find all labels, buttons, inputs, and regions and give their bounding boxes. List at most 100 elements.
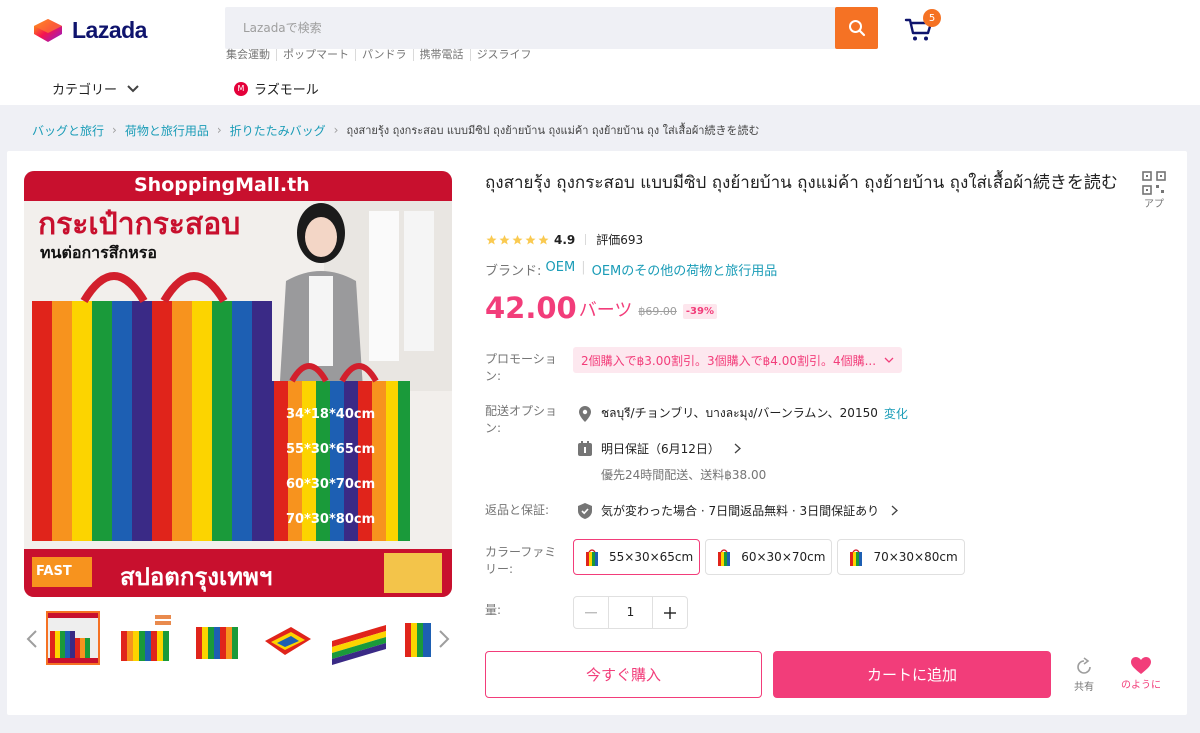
delivery-subtext: 優先24時間配送、送料฿38.00 [601,468,767,482]
hot-link[interactable]: パンドラ [355,49,413,61]
brand-row: ブランド: OEM | OEMのその他の荷物と旅行用品 [485,260,777,279]
review-count[interactable]: 評価693 [596,231,643,248]
quantity-stepper: 1 [573,596,688,629]
price-row: 42.00 バーツ ฿69.00 -39% [485,291,717,325]
returns-row[interactable]: 気が変わった場合 · 7日間返品無料 · 3日間保証あり [577,502,899,519]
breadcrumb-link[interactable]: バッグと旅行 [32,122,104,139]
returns-label: 返品と保証: [485,503,550,517]
lazmall-label: ラズモール [254,83,319,98]
buy-now-button[interactable]: 今すぐ購入 [485,651,762,698]
quantity-decrease-button[interactable] [574,597,608,628]
variant-thumbnail [718,549,731,566]
hot-link[interactable]: 携帯電話 [412,49,470,61]
minus-icon [585,611,597,613]
plus-icon [664,606,676,619]
divider: | [581,260,586,275]
size-label: 55*30*65cm [286,442,376,457]
heart-icon [1131,657,1151,674]
thumbnail-image [119,611,173,665]
promo-label: プロモーション: [485,352,557,383]
breadcrumb-current: ถุงสายรุ้ง ถุงกระสอบ แบบมีซิป ถุงย้ายบ้า… [346,124,760,137]
variant-option[interactable]: 70×30×80cm [837,539,965,575]
wishlist-button[interactable]: のように [1113,657,1169,693]
cart-button[interactable]: 5 [904,9,941,46]
quantity-increase-button[interactable] [653,597,687,628]
chevron-right-icon [891,505,899,516]
quantity-input[interactable]: 1 [608,597,653,628]
variant-thumbnail [850,549,863,566]
star-icon [538,234,549,244]
search-input[interactable] [225,7,835,49]
star-icon [525,234,536,244]
divider [585,234,587,245]
breadcrumb-link[interactable]: 荷物と旅行用品 [125,122,209,139]
star-icon [486,234,497,244]
size-label: 60*30*70cm [286,477,376,492]
chevron-right-icon: › [112,123,117,137]
share-button[interactable]: 共有 [1071,657,1097,695]
thumbnail-image [48,613,98,663]
returns-text: 気が変わった場合 · 7日間返品無料 · 3日間保証あり [601,504,880,518]
qr-code-icon [1142,171,1166,195]
chevron-down-icon [127,84,139,92]
product-main-image[interactable]: ShoppingMall.th กระเป๋ากระสอบ ทนต่อการสึ… [24,171,452,597]
thumbnail-image [403,611,433,665]
chevron-right-icon [734,443,741,454]
brand-link[interactable]: OEM [546,260,576,279]
thumbnail[interactable] [261,611,315,665]
category-label: カテゴリー [52,83,118,98]
variant-label-text: 70×30×80cm [873,550,958,564]
lazmall-icon: M [234,81,248,96]
thumbnail-image [332,611,386,665]
promo-text: 2個購入で฿3.00割引。3個購入で฿4.00割引。4個購... [581,353,877,368]
delivery-truck-icon [577,440,593,457]
location-text: ชลบุรี/チョンブリ、บางละมุง/バーンラムン、20150 [601,406,878,420]
lazada-heart-icon [34,19,62,42]
rating-stars [485,234,550,246]
bottom-banner-text: สปอตกรุงเทพฯ [120,563,273,591]
search-bar [225,7,878,49]
promo-dropdown[interactable]: 2個購入で฿3.00割引。3個購入で฿4.00割引。4個購... [573,347,903,373]
thumbnail-image [261,611,315,665]
add-to-cart-button[interactable]: カートに追加 [773,651,1051,698]
hot-link[interactable]: ジスライフ [469,49,538,61]
hot-link[interactable]: 集会運動 [226,49,276,61]
chevron-left-icon[interactable] [26,629,38,649]
rating-summary[interactable]: 4.9 評価693 [485,231,643,248]
variant-option[interactable]: 60×30×70cm [705,539,833,575]
delivery-row[interactable]: 明日保証（6月12日） [577,440,741,457]
search-button[interactable] [835,7,878,49]
hot-search-links: 集会運動 ポップマート パンドラ 携帯電話 ジスライフ [226,49,538,61]
lazada-logo[interactable]: Lazada [32,16,147,44]
delivery-text: 明日保証（6月12日） [601,442,720,456]
original-price: ฿69.00 [638,305,677,318]
thumbnail[interactable] [190,611,244,665]
app-qr-button[interactable]: アプ [1141,171,1167,210]
qr-label: アプ [1144,199,1164,210]
star-icon [512,234,523,244]
chevron-right-icon[interactable] [438,629,450,649]
breadcrumb-link[interactable]: 折りたたみバッグ [230,122,326,139]
thumbnail[interactable] [46,611,100,665]
thumbnail[interactable] [403,611,433,665]
thumbnail-image [190,611,244,665]
hot-link[interactable]: ポップマート [276,49,355,61]
thumbnail[interactable] [332,611,386,665]
brand-label: ブランド: [485,264,542,279]
variant-label-text: 60×30×70cm [741,550,826,564]
share-icon [1077,657,1091,674]
logo-text: Lazada [72,16,147,43]
chevron-down-icon [884,357,894,363]
change-location-link[interactable]: 変化 [884,405,908,422]
variant-thumbnail [586,549,598,566]
lazmall-link[interactable]: M ラズモール [234,79,319,98]
discount-badge: -39% [682,304,717,319]
size-label: 70*30*80cm [286,512,376,527]
brand-more-link[interactable]: OEMのその他の荷物と旅行用品 [592,260,778,279]
category-menu[interactable]: カテゴリー [52,79,139,98]
search-icon [848,20,865,37]
current-price: 42.00 [485,291,577,325]
variant-option[interactable]: 55×30×65cm [573,539,701,575]
shield-icon [577,502,593,519]
thumbnail[interactable] [119,611,173,665]
